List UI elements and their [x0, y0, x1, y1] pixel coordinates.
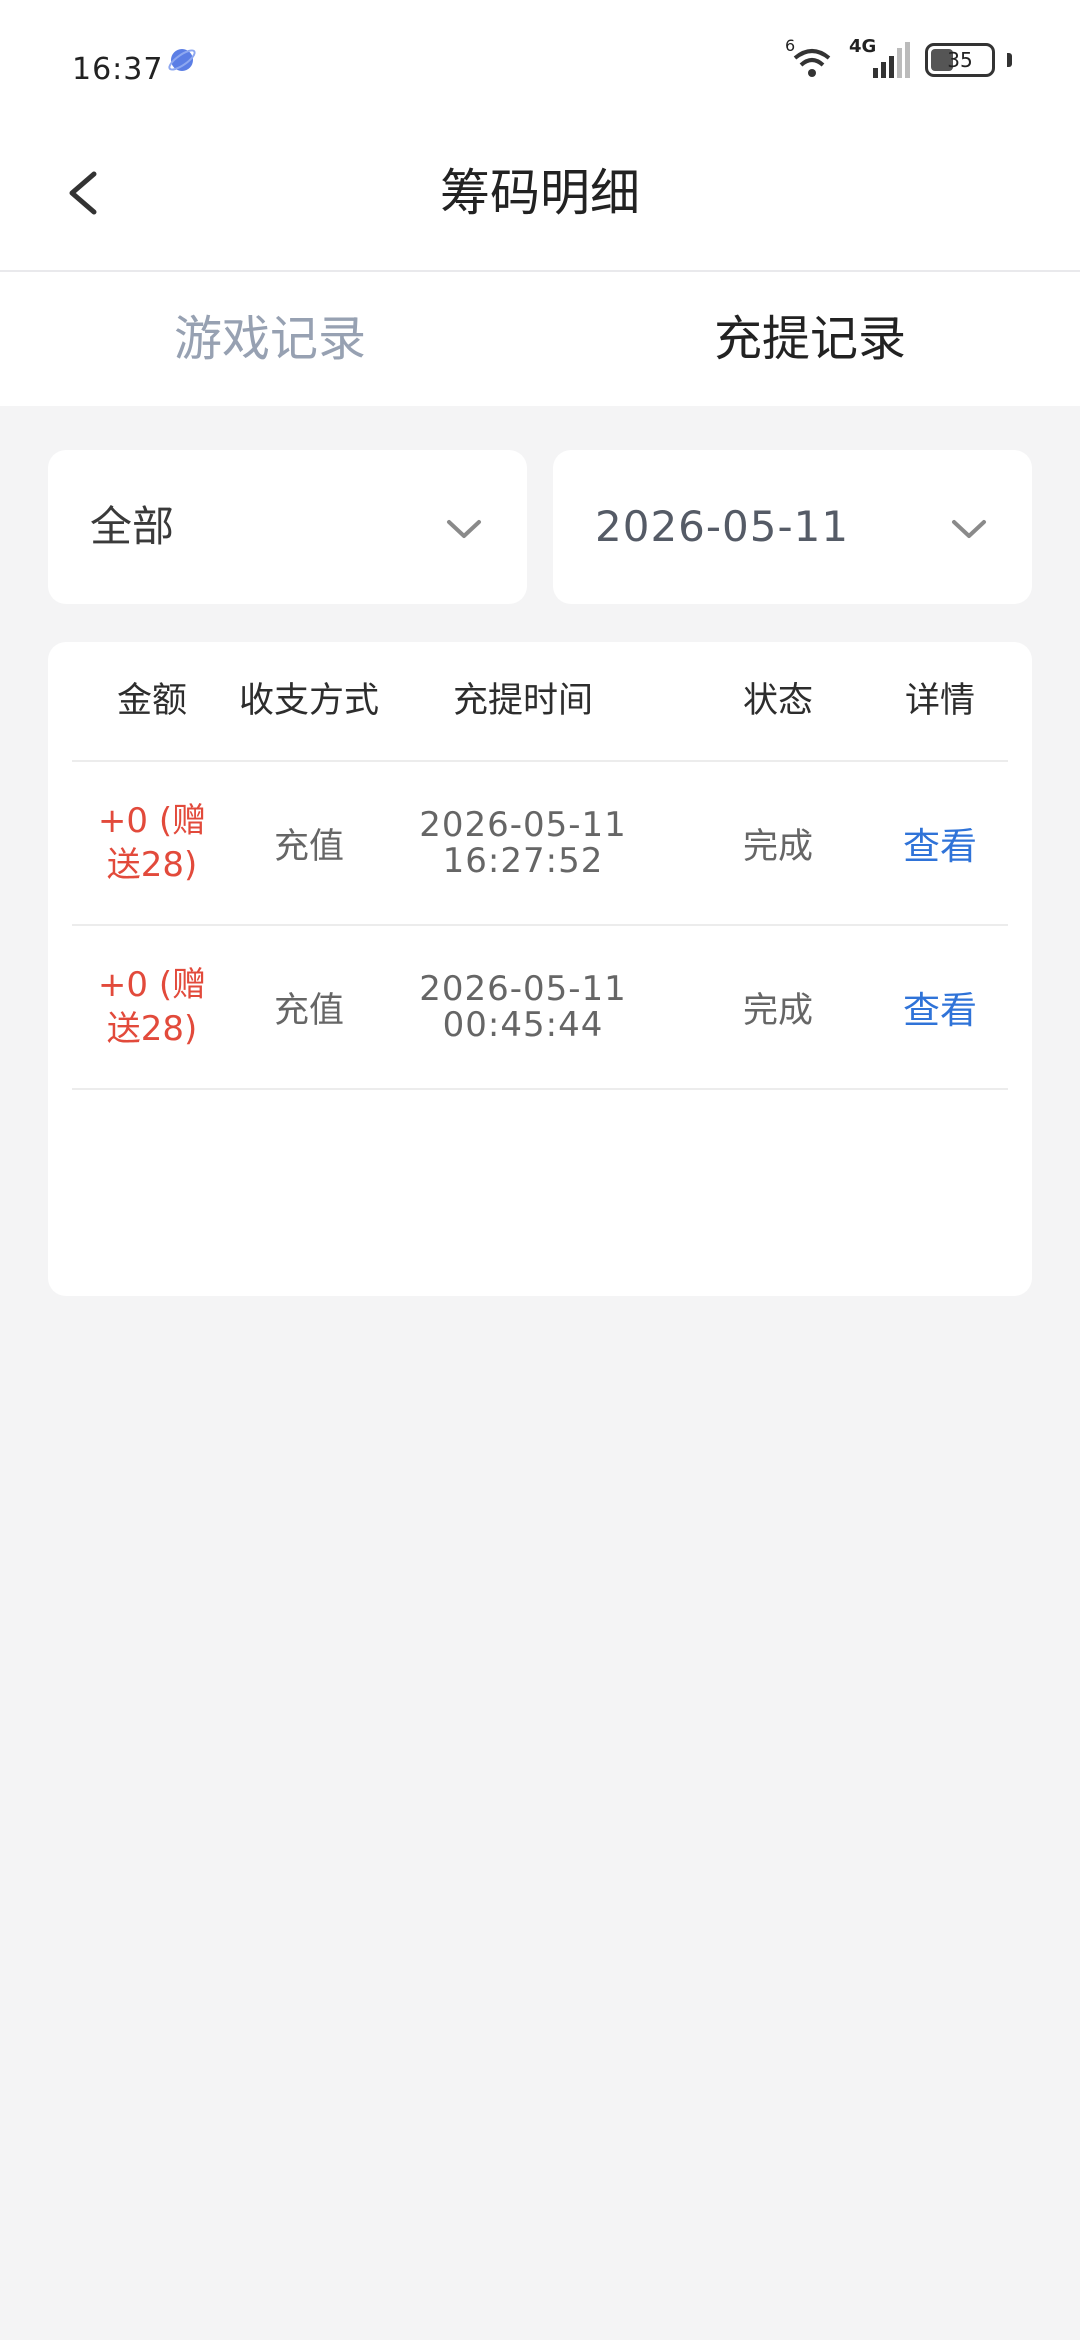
table-row: +0 (赠 送28) 充值 2026-05-11 00:45:44 完成 查看	[72, 926, 1008, 1090]
amount-cell: +0 (赠 送28)	[72, 926, 232, 1088]
column-header-detail: 详情	[904, 681, 975, 721]
date-filter-select[interactable]: 2026-05-11	[553, 450, 1032, 604]
method-cell: 充值	[273, 990, 344, 1031]
network-label: 4G	[849, 36, 877, 57]
amount-line: 送28)	[106, 845, 198, 885]
tab-deposit-withdraw-records[interactable]: 充提记录	[540, 272, 1080, 406]
battery-level: 35	[947, 48, 973, 72]
amount-line: +0 (赠	[97, 801, 207, 841]
time-cell: 2026-05-11 00:45:44	[386, 926, 660, 1088]
amount-cell: +0 (赠 送28)	[72, 762, 232, 924]
method-cell: 充值	[273, 826, 344, 867]
chevron-down-icon	[952, 520, 986, 538]
amount-line: +0 (赠	[97, 965, 207, 1005]
status-cell: 完成	[742, 826, 813, 867]
tab-game-records[interactable]: 游戏记录	[0, 272, 540, 406]
time-cell: 2026-05-11 16:27:52	[386, 762, 660, 924]
view-detail-link[interactable]: 查看	[854, 762, 1026, 924]
chevron-down-icon	[447, 520, 481, 538]
cellular-signal: 4G	[847, 36, 913, 80]
records-table: 金额 收支方式 充提时间 状态 详情 +0 (赠 送28) 充值 2026-05…	[48, 642, 1032, 1296]
battery-icon: 35	[925, 43, 995, 77]
column-header-time: 充提时间	[452, 681, 593, 721]
type-filter-select[interactable]: 全部	[48, 450, 527, 604]
page-title: 筹码明细	[440, 164, 640, 222]
battery-tip	[1007, 53, 1012, 67]
record-time: 00:45:44	[442, 1005, 604, 1045]
column-header-status: 状态	[742, 681, 813, 721]
record-date: 2026-05-11	[419, 805, 627, 845]
type-filter-value: 全部	[90, 502, 175, 551]
wifi-icon: 6	[785, 36, 835, 80]
filter-bar: 全部 2026-05-11	[48, 450, 1032, 604]
status-time: 16:37	[72, 52, 164, 87]
table-header: 金额 收支方式 充提时间 状态 详情	[72, 642, 1008, 762]
status-cell: 完成	[742, 990, 813, 1031]
planet-icon	[168, 49, 196, 71]
navigation-bar: 筹码明细	[0, 120, 1080, 272]
record-date: 2026-05-11	[419, 969, 627, 1009]
amount-line: 送28)	[106, 1009, 198, 1049]
status-bar: 16:37 6 4G 35	[0, 0, 1080, 120]
wifi-badge: 6	[785, 36, 796, 55]
column-header-amount: 金额	[116, 681, 187, 721]
table-row: +0 (赠 送28) 充值 2026-05-11 16:27:52 完成 查看	[72, 762, 1008, 926]
record-time: 16:27:52	[442, 841, 604, 881]
column-header-method: 收支方式	[238, 681, 379, 721]
view-detail-link[interactable]: 查看	[854, 926, 1026, 1088]
tab-bar: 游戏记录 充提记录	[0, 272, 1080, 406]
date-filter-value: 2026-05-11	[595, 502, 850, 551]
status-indicators: 6 4G 35	[785, 36, 1012, 82]
